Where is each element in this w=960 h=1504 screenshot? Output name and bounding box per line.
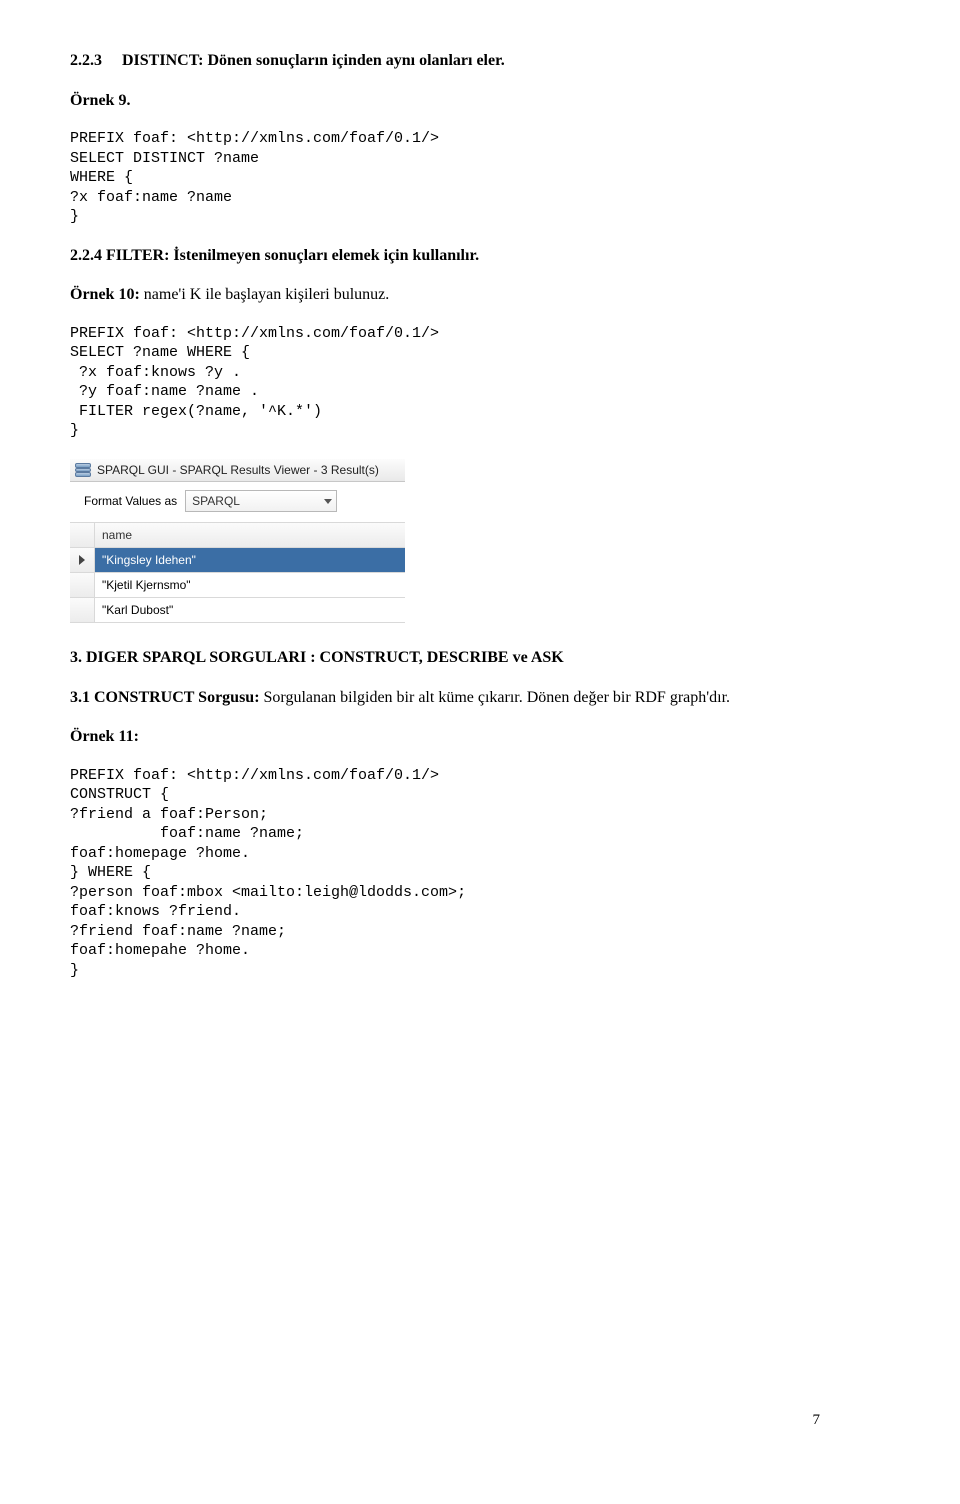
row-marker — [70, 573, 95, 597]
example-10-heading: Örnek 10: name'i K ile başlayan kişileri… — [70, 284, 890, 306]
example-11-code: PREFIX foaf: <http://xmlns.com/foaf/0.1/… — [70, 766, 890, 981]
cell-value: "Karl Dubost" — [95, 598, 405, 622]
row-marker-header — [70, 523, 95, 547]
example-10-code: PREFIX foaf: <http://xmlns.com/foaf/0.1/… — [70, 324, 890, 441]
window-titlebar: SPARQL GUI - SPARQL Results Viewer - 3 R… — [70, 459, 405, 482]
section-3-heading: 3. DIGER SPARQL SORGULARI : CONSTRUCT, D… — [70, 647, 890, 669]
grid-row[interactable]: "Kingsley Idehen" — [70, 548, 405, 573]
current-row-icon — [79, 555, 85, 565]
grid-header-row: name — [70, 523, 405, 548]
sparql-results-window: SPARQL GUI - SPARQL Results Viewer - 3 R… — [70, 459, 405, 623]
format-dropdown-value: SPARQL — [192, 493, 240, 509]
grid-row[interactable]: "Karl Dubost" — [70, 598, 405, 623]
chevron-down-icon — [324, 499, 332, 504]
database-icon — [75, 463, 91, 477]
window-title: SPARQL GUI - SPARQL Results Viewer - 3 R… — [97, 462, 379, 478]
example-9-label: Örnek 9. — [70, 90, 890, 112]
page-number: 7 — [813, 1410, 821, 1430]
grid-row[interactable]: "Kjetil Kjernsmo" — [70, 573, 405, 598]
example-10-label: Örnek 10: — [70, 286, 140, 303]
section-3-1-rest: Sorgulanan bilgiden bir alt küme çıkarır… — [260, 689, 731, 706]
cell-value: "Kingsley Idehen" — [95, 548, 405, 572]
format-label: Format Values as — [84, 493, 177, 509]
column-header-name[interactable]: name — [95, 523, 405, 547]
example-9-code: PREFIX foaf: <http://xmlns.com/foaf/0.1/… — [70, 129, 890, 227]
results-grid: name "Kingsley Idehen" "Kjetil Kjernsmo"… — [70, 522, 405, 623]
example-11-label: Örnek 11: — [70, 726, 890, 748]
section-3-1-paragraph: 3.1 CONSTRUCT Sorgusu: Sorgulanan bilgid… — [70, 687, 890, 709]
format-dropdown[interactable]: SPARQL — [185, 490, 337, 512]
cell-value: "Kjetil Kjernsmo" — [95, 573, 405, 597]
section-number: 2.2.3 — [70, 52, 102, 69]
example-10-desc: name'i K ile başlayan kişileri bulunuz. — [140, 286, 389, 303]
section-3-1-lead: 3.1 CONSTRUCT Sorgusu: — [70, 689, 260, 706]
spacer — [106, 52, 118, 69]
section-2-2-3-heading: 2.2.3 DISTINCT: Dönen sonuçların içinden… — [70, 50, 890, 72]
section-title: DISTINCT: Dönen sonuçların içinden aynı … — [122, 52, 505, 69]
toolbar: Format Values as SPARQL — [70, 482, 405, 522]
section-2-2-4-heading: 2.2.4 FILTER: İstenilmeyen sonuçları ele… — [70, 245, 890, 267]
row-marker — [70, 548, 95, 572]
row-marker — [70, 598, 95, 622]
